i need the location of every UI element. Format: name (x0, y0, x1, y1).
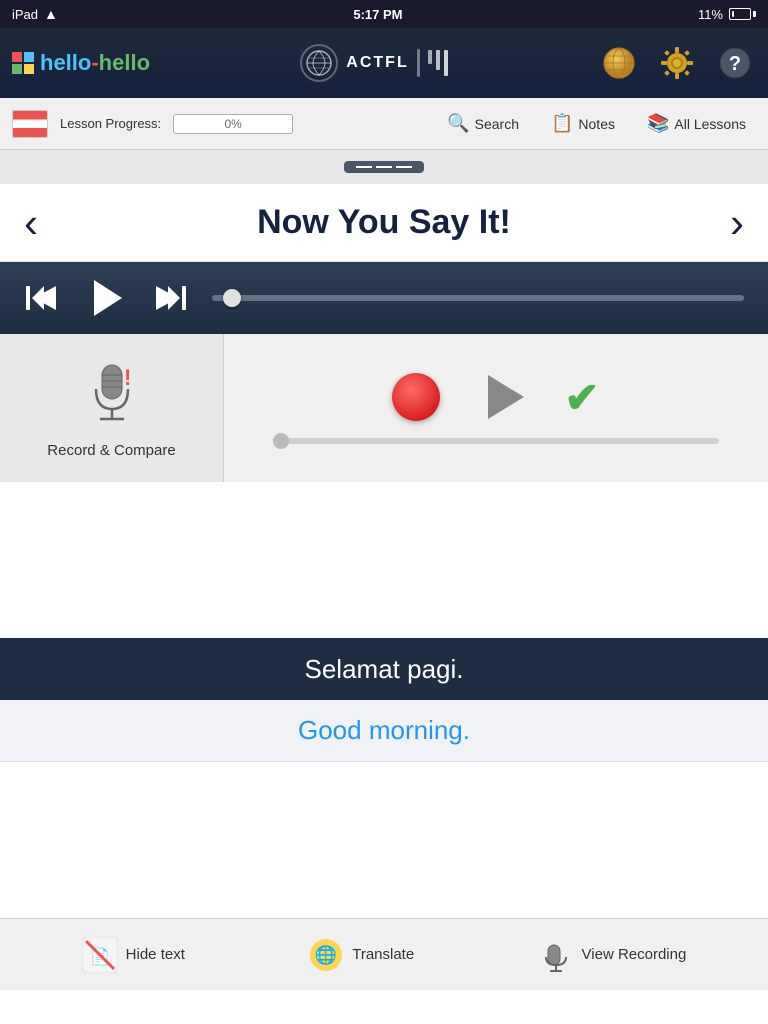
player-slider-thumb (223, 289, 241, 307)
header-icons: ? (598, 42, 756, 84)
content-spacer (0, 482, 768, 638)
search-label: Search (475, 116, 519, 132)
device-label: iPad (12, 7, 38, 22)
record-controls: ✔ (392, 373, 599, 422)
search-icon: 🔍 (447, 113, 469, 134)
hide-text-btn[interactable]: 📄 Hide text (82, 937, 185, 973)
skip-back-btn[interactable] (24, 280, 60, 316)
level-bars (428, 50, 448, 76)
menu-bar (0, 150, 768, 184)
flag-icon (12, 110, 48, 138)
status-left: iPad ▲ (12, 6, 58, 22)
view-recording-btn[interactable]: View Recording (538, 937, 687, 973)
bottom-toolbar: 📄 Hide text 🌐 Translate View Recording (0, 918, 768, 990)
header-center: ACTFL (300, 44, 447, 82)
notes-icon: 📋 (551, 113, 573, 134)
accept-btn[interactable]: ✔ (564, 373, 599, 422)
wifi-icon: ▲ (44, 6, 58, 22)
record-progress-bar[interactable] (273, 438, 719, 444)
svg-text:?: ? (729, 53, 741, 75)
main-layout: ‹ Now You Say It! › (0, 150, 768, 990)
prev-arrow[interactable]: ‹ (24, 199, 38, 247)
all-lessons-label: All Lessons (674, 116, 746, 132)
search-btn[interactable]: 🔍 Search (437, 107, 529, 140)
help-icon-btn[interactable]: ? (714, 42, 756, 84)
header-divider (417, 49, 420, 77)
notes-btn[interactable]: 📋 Notes (541, 107, 625, 140)
translation-phrase-text: Good morning. (298, 715, 470, 746)
play-recording-btn[interactable] (480, 375, 524, 419)
record-button[interactable] (392, 373, 440, 421)
actfl-label: ACTFL (346, 54, 408, 72)
status-right: 11% (698, 7, 756, 22)
record-section: ! Record & Compare ✔ (0, 334, 768, 482)
record-controls-panel: ✔ (224, 334, 768, 482)
skip-fwd-btn[interactable] (152, 280, 188, 316)
progress-bar: 0% (173, 114, 293, 134)
player-bar (0, 262, 768, 334)
toolbar: Lesson Progress: 0% 🔍 Search 📋 Notes 📚 A… (0, 98, 768, 150)
player-progress-slider[interactable] (212, 295, 744, 301)
record-compare-btn[interactable]: ! Record & Compare (0, 334, 224, 482)
svg-text:!: ! (124, 365, 131, 390)
app-header: hello-hello ACTFL (0, 28, 768, 98)
notes-label: Notes (578, 116, 615, 132)
hamburger-menu-btn[interactable] (344, 161, 424, 173)
play-btn[interactable] (84, 276, 128, 320)
main-title-bar: ‹ Now You Say It! › (0, 184, 768, 262)
status-bar: iPad ▲ 5:17 PM 11% (0, 0, 768, 28)
svg-text:🌐: 🌐 (315, 944, 337, 965)
battery-icon (729, 8, 756, 20)
actfl-logo (300, 44, 338, 82)
translation-phrase-bar: Good morning. (0, 700, 768, 762)
battery-percent: 11% (698, 7, 723, 22)
next-arrow[interactable]: › (730, 199, 744, 247)
globe-icon-btn[interactable] (598, 42, 640, 84)
status-time: 5:17 PM (353, 7, 402, 22)
all-lessons-btn[interactable]: 📚 All Lessons (637, 107, 756, 140)
app-logo: hello-hello (12, 50, 150, 76)
record-compare-label: Record & Compare (47, 442, 175, 459)
translate-btn[interactable]: 🌐 Translate (308, 937, 414, 973)
extra-space (0, 762, 768, 918)
translate-label: Translate (352, 946, 414, 963)
view-recording-label: View Recording (582, 946, 687, 963)
hide-text-label: Hide text (126, 946, 185, 963)
mic-icon: ! (80, 357, 144, 434)
all-lessons-icon: 📚 (647, 113, 669, 134)
settings-icon-btn[interactable] (656, 42, 698, 84)
main-phrase-bar: Selamat pagi. (0, 638, 768, 700)
main-phrase-text: Selamat pagi. (305, 654, 464, 685)
main-title: Now You Say It! (257, 203, 511, 242)
record-progress-thumb (273, 433, 289, 449)
progress-value: 0% (225, 117, 242, 131)
lesson-progress-label: Lesson Progress: (60, 116, 161, 131)
